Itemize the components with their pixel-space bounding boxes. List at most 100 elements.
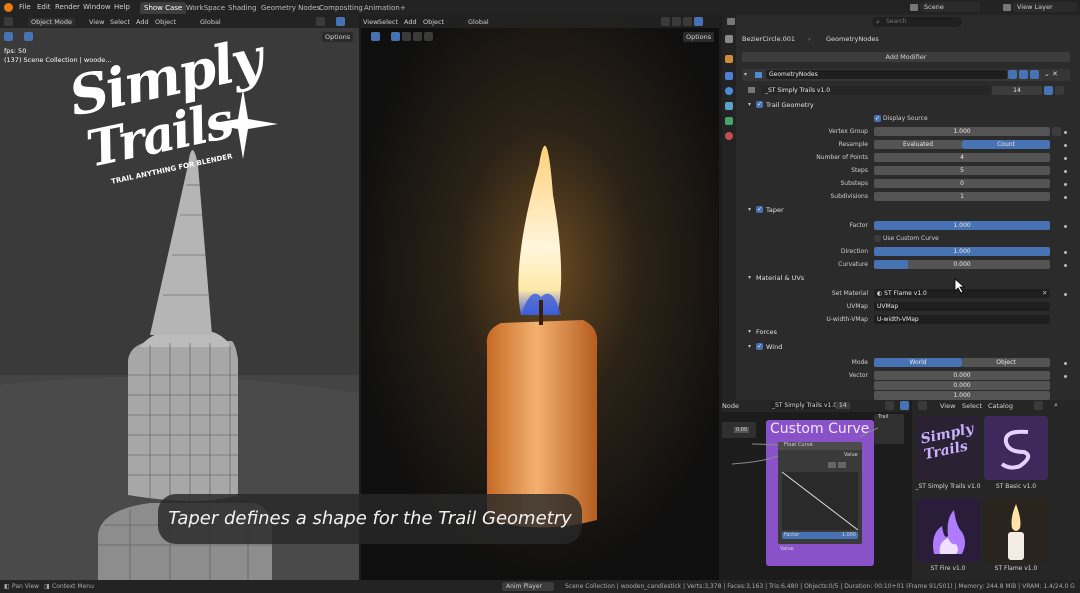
modifier-name-field[interactable]: GeometryNodes	[766, 70, 1007, 79]
panel-forces[interactable]: Forces	[756, 328, 777, 336]
use-custom-curve-checkbox[interactable]	[874, 235, 881, 242]
factor-slider[interactable]: 1.000	[874, 221, 1050, 230]
proportional-edit-icon[interactable]	[336, 17, 345, 26]
options-dropdown[interactable]: Options	[683, 32, 715, 42]
vector-x-field[interactable]: 0.000	[874, 371, 1050, 380]
collapse-arrow-icon[interactable]: ▾	[744, 71, 747, 78]
menu-help[interactable]: Help	[114, 3, 130, 11]
search-input[interactable]: ⌕ Search	[872, 17, 962, 27]
collapse-arrow-icon[interactable]: ▾	[748, 206, 751, 213]
vp-mid-menu-add[interactable]: Add	[404, 18, 417, 26]
vp-left-menu-select[interactable]: Select	[110, 18, 130, 26]
asset-menu-catalog[interactable]: Catalog	[988, 402, 1013, 410]
shading-rendered-icon[interactable]	[694, 17, 703, 26]
view-layer-icon[interactable]	[1003, 4, 1011, 11]
uwidth-vmap-field[interactable]: U-width-VMap	[874, 315, 1050, 324]
collapse-arrow-icon[interactable]: ▾	[748, 101, 751, 108]
fake-user-icon[interactable]	[1044, 86, 1053, 95]
trail-geometry-checkbox[interactable]: ✓	[756, 101, 763, 108]
menu-file[interactable]: File	[19, 3, 31, 11]
keyframe-dot[interactable]	[1064, 196, 1067, 199]
remove-modifier-icon[interactable]: ✕	[1052, 70, 1058, 78]
shading-material-icon[interactable]	[683, 17, 692, 26]
add-modifier-button[interactable]: Add Modifier	[742, 52, 1070, 62]
keyframe-dot[interactable]	[1064, 157, 1067, 160]
blender-logo-icon[interactable]	[4, 3, 13, 12]
modifier-tab-icon[interactable]	[725, 72, 733, 80]
keyframe-dot[interactable]	[1064, 251, 1067, 254]
display-source-checkbox[interactable]: ✓	[874, 115, 881, 122]
display-mode-icon[interactable]	[1034, 401, 1043, 410]
breadcrumb-modifier[interactable]: GeometryNodes	[826, 35, 879, 43]
vp-mid-menu-view[interactable]: View	[363, 18, 378, 26]
particles-tab-icon[interactable]	[725, 87, 733, 95]
uvmap-field[interactable]: UVMap	[874, 302, 1050, 311]
curvature-slider[interactable]: 0.000	[874, 260, 1050, 269]
tab-shading[interactable]: Shading	[224, 2, 260, 14]
shading-solid-icon[interactable]	[672, 17, 681, 26]
editor-type-icon[interactable]	[727, 18, 735, 25]
select-box-icon[interactable]	[391, 32, 400, 41]
show-editmode-icon[interactable]	[1008, 70, 1017, 79]
snap-icon[interactable]	[316, 17, 325, 26]
tab-geometry-nodes[interactable]: Geometry Nodes	[257, 2, 324, 14]
asset-menu-view[interactable]: View	[940, 402, 955, 410]
asset-thumb-st-flame[interactable]	[984, 498, 1048, 562]
mode-world-option[interactable]: World	[874, 358, 962, 367]
asset-thumb-st-basic[interactable]	[984, 416, 1048, 480]
search-icon[interactable]: ⌕	[1054, 401, 1058, 410]
vp-left-menu-view[interactable]: View	[89, 18, 104, 26]
mode-object-option[interactable]: Object	[962, 358, 1050, 367]
clear-material-icon[interactable]: ✕	[1042, 289, 1047, 297]
vp-left-menu-add[interactable]: Add	[136, 18, 149, 26]
vp-mid-menu-select[interactable]: Select	[378, 18, 398, 26]
shading-wire-icon[interactable]	[661, 17, 670, 26]
substeps-field[interactable]: 0	[874, 179, 1050, 188]
vertex-group-invert-icon[interactable]	[1052, 127, 1061, 136]
vp-mid-transform-selector[interactable]: Global	[468, 18, 489, 26]
options-dropdown[interactable]: Options	[322, 32, 354, 42]
vp-mid-menu-object[interactable]: Object	[423, 18, 444, 26]
editor-type-icon[interactable]	[918, 401, 927, 410]
keyframe-dot[interactable]	[1064, 264, 1067, 267]
constraints-tab-icon[interactable]	[725, 117, 733, 125]
object-tab-icon[interactable]	[725, 55, 733, 63]
show-render-icon[interactable]	[1030, 70, 1039, 79]
vp-left-menu-object[interactable]: Object	[155, 18, 176, 26]
taper-checkbox[interactable]: ✓	[756, 206, 763, 213]
vector-y-field[interactable]: 0.000	[874, 381, 1050, 390]
view-layer-selector[interactable]: View Layer	[1013, 2, 1077, 12]
tab-show-case[interactable]: Show Case	[140, 2, 187, 14]
panel-taper[interactable]: Taper	[766, 206, 784, 214]
collapse-arrow-icon[interactable]: ▾	[748, 328, 751, 335]
resample-count-option[interactable]: Count	[962, 140, 1050, 149]
select-box-icon[interactable]	[24, 32, 33, 41]
duplicate-icon[interactable]	[1055, 86, 1064, 95]
tab-workspace[interactable]: WorkSpace	[182, 2, 229, 14]
panel-wind[interactable]: Wind	[766, 343, 782, 351]
editor-type-icon[interactable]	[4, 17, 13, 26]
asset-menu-select[interactable]: Select	[962, 402, 982, 410]
mode-selector[interactable]: Object Mode	[28, 18, 75, 26]
keyframe-dot[interactable]	[1064, 131, 1067, 134]
panel-trail-geometry[interactable]: Trail Geometry	[766, 101, 814, 109]
select-extend-icon[interactable]	[35, 32, 44, 41]
subdivisions-field[interactable]: 1	[874, 192, 1050, 201]
keyframe-dot[interactable]	[1064, 183, 1067, 186]
transform-orientation-selector[interactable]: Global	[200, 18, 221, 26]
select-intersect-icon[interactable]	[424, 32, 433, 41]
vector-z-field[interactable]: 1.000	[874, 391, 1050, 400]
scene-icon[interactable]	[910, 4, 918, 11]
keyframe-dot[interactable]	[1064, 144, 1067, 147]
material-tab-icon[interactable]	[725, 132, 733, 140]
node-group-field[interactable]: _ST Simply Trails v1.0	[762, 86, 991, 95]
scene-selector[interactable]: Scene	[920, 2, 980, 12]
play-icon[interactable]	[4, 32, 13, 41]
direction-slider[interactable]: 1.000	[874, 247, 1050, 256]
collapse-arrow-icon[interactable]: ▾	[748, 343, 751, 350]
resample-evaluated-option[interactable]: Evaluated	[874, 140, 962, 149]
keyframe-dot[interactable]	[1064, 225, 1067, 228]
asset-browser[interactable]: View Select Catalog ⌕ Simply Trails _ST S…	[912, 400, 1080, 580]
keyframe-dot[interactable]	[1064, 362, 1067, 365]
select-subtract-icon[interactable]	[413, 32, 422, 41]
